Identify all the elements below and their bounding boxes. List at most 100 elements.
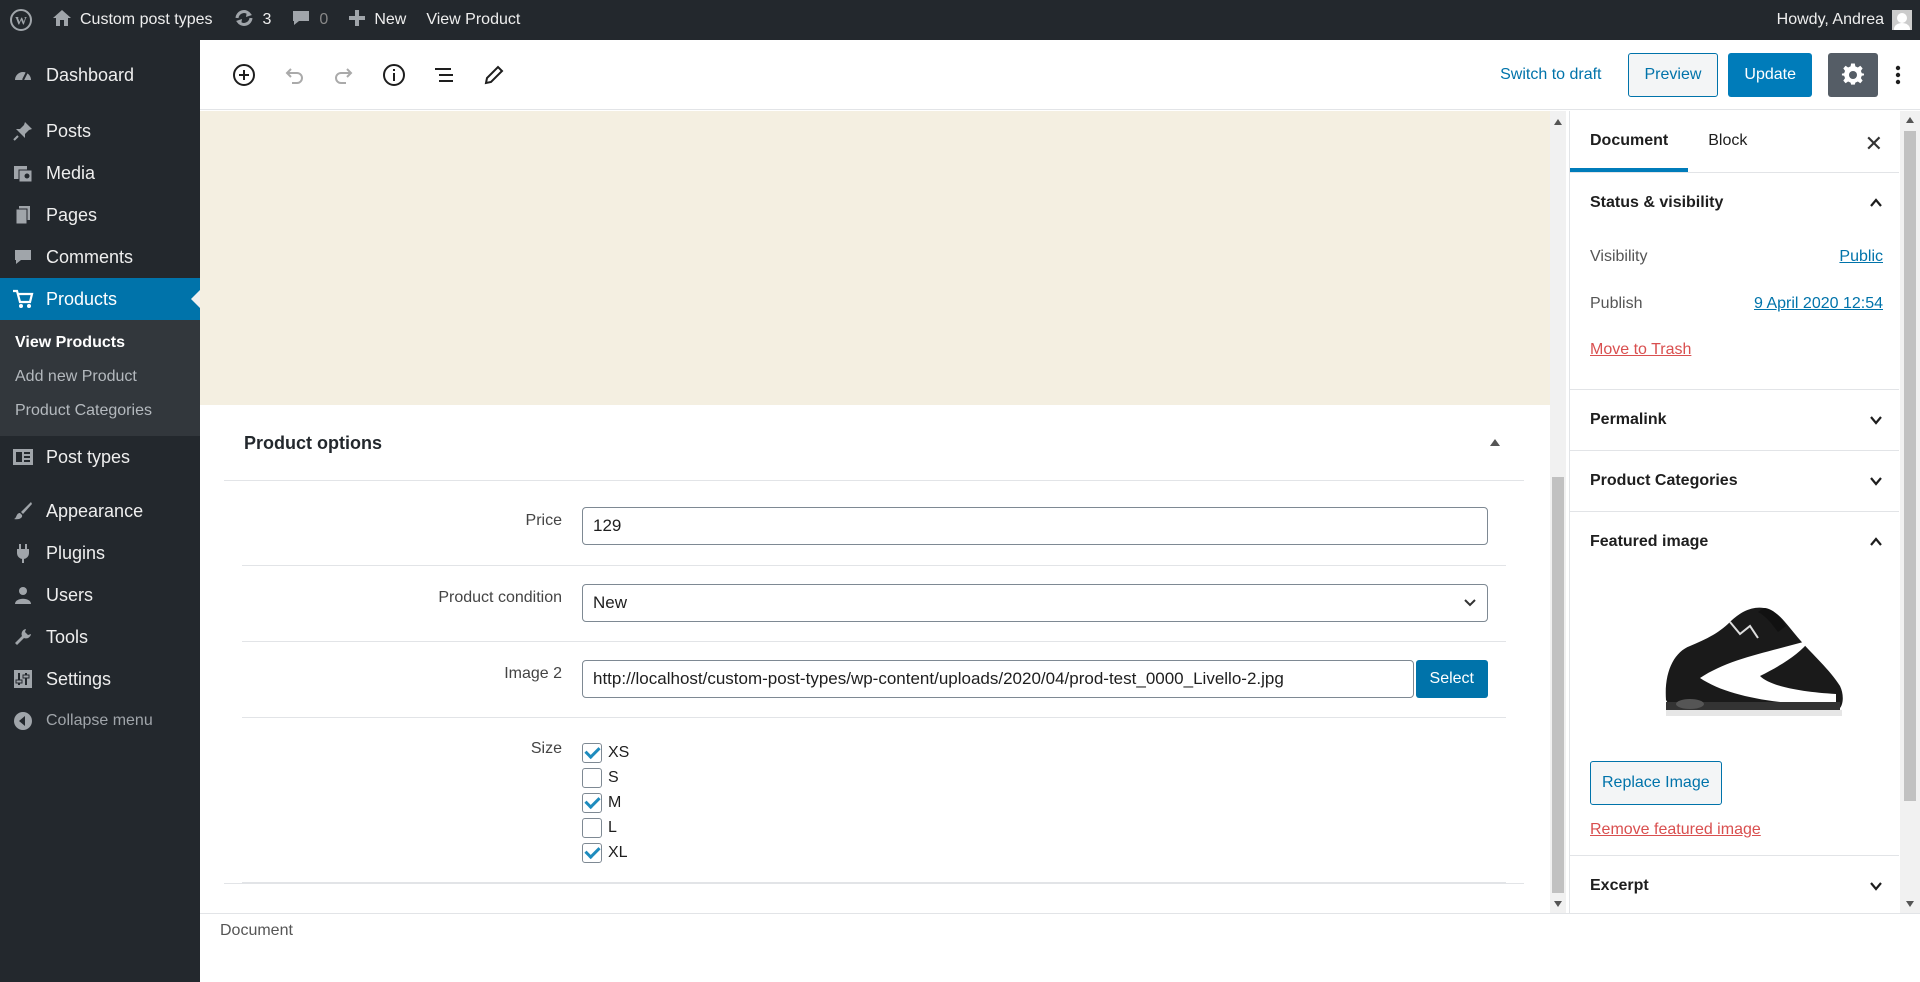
size-option-xs[interactable]: XS <box>582 740 1488 765</box>
submenu-product-categories[interactable]: Product Categories <box>0 394 200 428</box>
checkbox-s[interactable] <box>582 767 602 788</box>
scroll-down-arrow-icon[interactable] <box>1554 901 1562 907</box>
chevron-down-icon <box>1463 593 1477 613</box>
breadcrumb[interactable]: Document <box>220 922 293 939</box>
status-visibility-toggle[interactable]: Status & visibility <box>1570 173 1899 233</box>
gear-icon <box>1841 62 1864 85</box>
settings-icon <box>12 668 34 690</box>
add-block-icon <box>233 63 255 86</box>
block-navigation-button[interactable] <box>424 55 464 95</box>
sidebar-item-plugins[interactable]: Plugins <box>0 532 200 574</box>
redo-button[interactable] <box>324 55 364 95</box>
sidebar-item-label: Appearance <box>46 500 144 521</box>
permalink-toggle[interactable]: Permalink <box>1570 390 1899 450</box>
visibility-link[interactable]: Public <box>1839 248 1883 266</box>
scroll-up-arrow-icon[interactable] <box>1906 117 1914 123</box>
sidebar-item-users[interactable]: Users <box>0 574 200 616</box>
admin-bar: W Custom post types 3 0 New View Product… <box>0 0 1920 40</box>
publish-date-link[interactable]: 9 April 2020 12:54 <box>1754 295 1883 313</box>
settings-scrollbar[interactable] <box>1900 111 1920 913</box>
select-image-button[interactable]: Select <box>1415 660 1488 698</box>
product-categories-toggle[interactable]: Product Categories <box>1570 451 1899 511</box>
sidebar-item-pages[interactable]: Pages <box>0 194 200 236</box>
site-name-link[interactable]: Custom post types <box>42 0 223 40</box>
scroll-down-arrow-icon[interactable] <box>1906 901 1914 907</box>
excerpt-toggle[interactable]: Excerpt <box>1570 856 1899 913</box>
panel-title: Excerpt <box>1590 877 1649 894</box>
image2-url-input[interactable]: http://localhost/custom-post-types/wp-co… <box>582 660 1414 698</box>
collapse-menu-button[interactable]: Collapse menu <box>0 700 200 742</box>
scrollbar-thumb[interactable] <box>1552 477 1564 893</box>
tab-block[interactable]: Block <box>1688 111 1767 172</box>
updates-link[interactable]: 3 <box>223 0 282 40</box>
view-product-link[interactable]: View Product <box>416 0 530 40</box>
checkbox-xs[interactable] <box>582 742 602 763</box>
size-option-xl[interactable]: XL <box>582 840 1488 865</box>
content-info-button[interactable] <box>374 55 414 95</box>
settings-toggle-button[interactable] <box>1828 52 1878 97</box>
sidebar-item-dashboard[interactable]: Dashboard <box>0 54 200 96</box>
account-menu[interactable]: Howdy, Andrea <box>1767 0 1920 40</box>
wrench-icon <box>12 626 34 648</box>
sidebar-tabs: Document Block ✕ <box>1570 111 1899 173</box>
post-types-icon <box>12 446 34 468</box>
sidebar-item-settings[interactable]: Settings <box>0 658 200 700</box>
sidebar-item-media[interactable]: Media <box>0 152 200 194</box>
replace-image-button[interactable]: Replace Image <box>1590 761 1722 805</box>
tab-document[interactable]: Document <box>1570 111 1689 172</box>
move-to-trash-link[interactable]: Move to Trash <box>1590 341 1691 359</box>
pencil-icon <box>484 65 504 84</box>
submenu-view-products[interactable]: View Products <box>0 326 200 360</box>
metabox-header[interactable]: Product options <box>224 407 1524 481</box>
scrollbar-thumb[interactable] <box>1904 131 1916 801</box>
cover-block[interactable] <box>200 111 1550 405</box>
size-option-s[interactable]: S <box>582 765 1488 790</box>
close-icon[interactable]: ✕ <box>1865 131 1883 157</box>
comments-link[interactable]: 0 <box>281 0 338 40</box>
remove-featured-image-link[interactable]: Remove featured image <box>1590 821 1761 838</box>
brush-icon <box>12 500 34 522</box>
sidebar-item-products[interactable]: Products <box>0 278 200 320</box>
wordpress-logo-icon[interactable]: W <box>0 0 42 40</box>
media-icon <box>12 162 34 184</box>
comments-icon <box>12 246 34 268</box>
checkbox-m[interactable] <box>582 792 602 813</box>
undo-icon <box>285 67 303 84</box>
size-option-label: S <box>608 768 619 786</box>
size-row: Size XS S M L XL <box>242 718 1506 883</box>
plus-icon <box>348 9 366 32</box>
permalink-panel: Permalink <box>1570 390 1899 451</box>
collapse-caret-icon[interactable] <box>1490 439 1500 446</box>
sidebar-item-posts[interactable]: Posts <box>0 110 200 152</box>
content-scrollbar[interactable] <box>1550 111 1566 913</box>
size-option-m[interactable]: M <box>582 790 1488 815</box>
new-content-link[interactable]: New <box>338 0 416 40</box>
scroll-up-arrow-icon[interactable] <box>1554 119 1562 125</box>
checkbox-l[interactable] <box>582 817 602 838</box>
block-breadcrumb-footer: Document <box>200 913 1920 982</box>
switch-to-draft-button[interactable]: Switch to draft <box>1482 66 1619 84</box>
price-input[interactable]: 129 <box>582 507 1488 545</box>
sidebar-item-post-types[interactable]: Post types <box>0 436 200 478</box>
sidebar-item-comments[interactable]: Comments <box>0 236 200 278</box>
condition-select[interactable]: New <box>582 584 1488 622</box>
excerpt-panel: Excerpt <box>1570 856 1899 913</box>
featured-image-preview[interactable] <box>1660 582 1846 742</box>
preview-button[interactable]: Preview <box>1627 52 1719 97</box>
cart-icon <box>12 288 34 310</box>
undo-button[interactable] <box>274 55 314 95</box>
checkbox-xl[interactable] <box>582 842 602 863</box>
sidebar-item-appearance[interactable]: Appearance <box>0 490 200 532</box>
size-option-l[interactable]: L <box>582 815 1488 840</box>
chevron-down-icon <box>1870 882 1882 891</box>
featured-image-toggle[interactable]: Featured image <box>1570 512 1899 572</box>
panel-title: Status & visibility <box>1590 194 1724 211</box>
more-menu-button[interactable] <box>1886 53 1910 97</box>
update-button[interactable]: Update <box>1728 52 1812 97</box>
add-block-button[interactable] <box>224 55 264 95</box>
submenu-add-new-product[interactable]: Add new Product <box>0 360 200 394</box>
editor-content: Product options Price 129 Product condit… <box>200 111 1550 913</box>
tools-button[interactable] <box>474 55 514 95</box>
sidebar-item-tools[interactable]: Tools <box>0 616 200 658</box>
sidebar-item-label: Pages <box>46 204 98 225</box>
